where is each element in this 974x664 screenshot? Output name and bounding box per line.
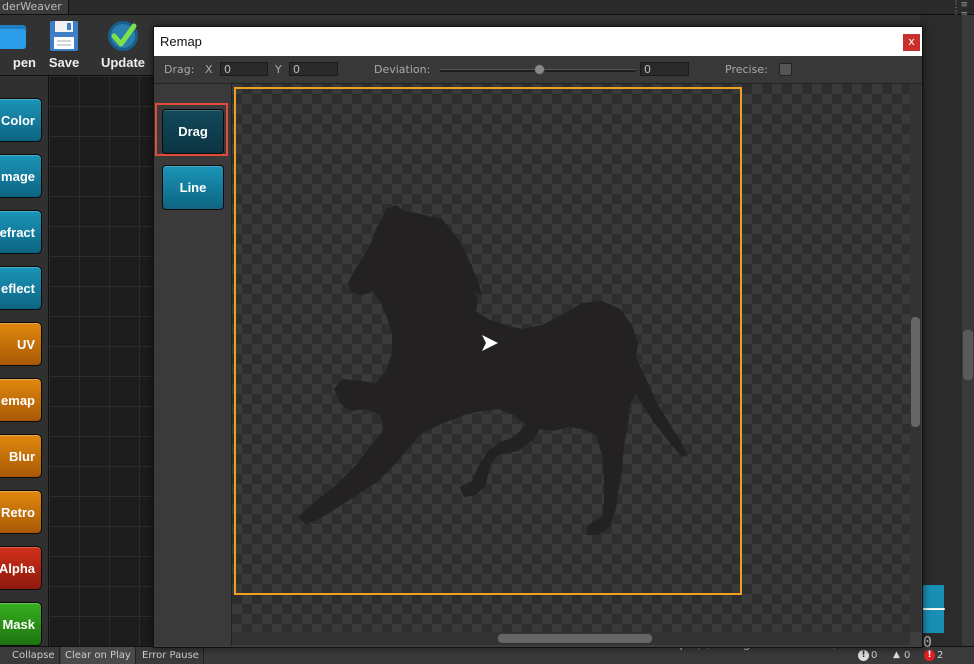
save-button[interactable]: Save <box>38 19 90 73</box>
deviation-field[interactable]: 0 <box>640 62 689 76</box>
remap-titlebar[interactable]: Remap x <box>154 27 922 56</box>
error-icon: ! <box>924 649 935 661</box>
remap-title: Remap <box>160 34 202 49</box>
update-label: Update <box>100 55 146 70</box>
checkmark-icon <box>108 21 138 51</box>
warning-count-value: 0 <box>904 650 911 661</box>
drag-label: Drag: <box>164 63 195 76</box>
log-count-value: 0 <box>871 650 878 661</box>
floppy-disk-icon <box>50 21 78 51</box>
remap-canvas[interactable] <box>232 84 910 632</box>
deviation-slider-thumb[interactable] <box>533 64 545 75</box>
right-panel <box>920 15 962 646</box>
remap-tool-panel: Drag Line <box>154 84 232 646</box>
palette-reflect-button[interactable]: eflect <box>0 266 42 310</box>
save-label: Save <box>48 55 80 70</box>
drag-tool-highlight <box>155 103 228 156</box>
precise-checkbox[interactable] <box>779 63 792 76</box>
clear-on-play-button[interactable]: Clear on Play <box>61 647 136 664</box>
palette-color-button[interactable]: Color <box>0 98 42 142</box>
palette-remap-button[interactable]: emap <box>0 378 42 422</box>
remap-window: Remap x Drag: X 0 Y 0 Deviation: 0 Preci… <box>153 26 923 648</box>
folder-icon <box>0 25 26 49</box>
canvas-horizontal-scrollbar-thumb[interactable] <box>498 634 652 643</box>
drag-y-label: Y <box>275 63 282 76</box>
error-count-value: 2 <box>937 650 944 661</box>
deviation-label: Deviation: <box>374 63 431 76</box>
canvas-vertical-scrollbar-thumb[interactable] <box>911 317 920 427</box>
update-button[interactable]: Update <box>97 19 149 73</box>
palette-uv-button[interactable]: UV <box>0 322 42 366</box>
drag-x-label: X <box>205 63 213 76</box>
horse-silhouette-image[interactable] <box>236 89 740 593</box>
error-pause-button[interactable]: Error Pause <box>138 647 204 664</box>
add-node-button[interactable]: — <box>920 585 946 633</box>
image-frame[interactable] <box>234 87 742 595</box>
palette-retro-button[interactable]: Retro <box>0 490 42 534</box>
palette-blur-button[interactable]: Blur <box>0 434 42 478</box>
warning-icon: ▲ <box>893 649 900 660</box>
right-scrollbar-thumb[interactable] <box>963 330 973 380</box>
drag-y-field[interactable]: 0 <box>289 62 338 76</box>
open-button[interactable]: pen <box>0 19 36 73</box>
info-icon: ! <box>858 649 869 661</box>
close-button[interactable]: x <box>903 34 920 51</box>
editor-tab-bar <box>0 0 974 15</box>
node-palette: Color mage efract eflect UV emap Blur Re… <box>0 76 49 646</box>
palette-refract-button[interactable]: efract <box>0 210 42 254</box>
palette-mask-button[interactable]: Mask <box>0 602 42 646</box>
line-tool-button[interactable]: Line <box>162 165 224 210</box>
collapse-button[interactable]: Collapse <box>8 647 60 664</box>
drag-x-field[interactable]: 0 <box>220 62 268 76</box>
precise-label: Precise: <box>725 63 768 76</box>
palette-image-button[interactable]: mage <box>0 154 42 198</box>
remap-toolbar: Drag: X 0 Y 0 Deviation: 0 Precise: <box>154 56 922 84</box>
editor-tab[interactable]: derWeaver <box>0 0 69 14</box>
palette-alpha-button[interactable]: Alpha <box>0 546 42 590</box>
open-label: pen <box>12 55 36 70</box>
